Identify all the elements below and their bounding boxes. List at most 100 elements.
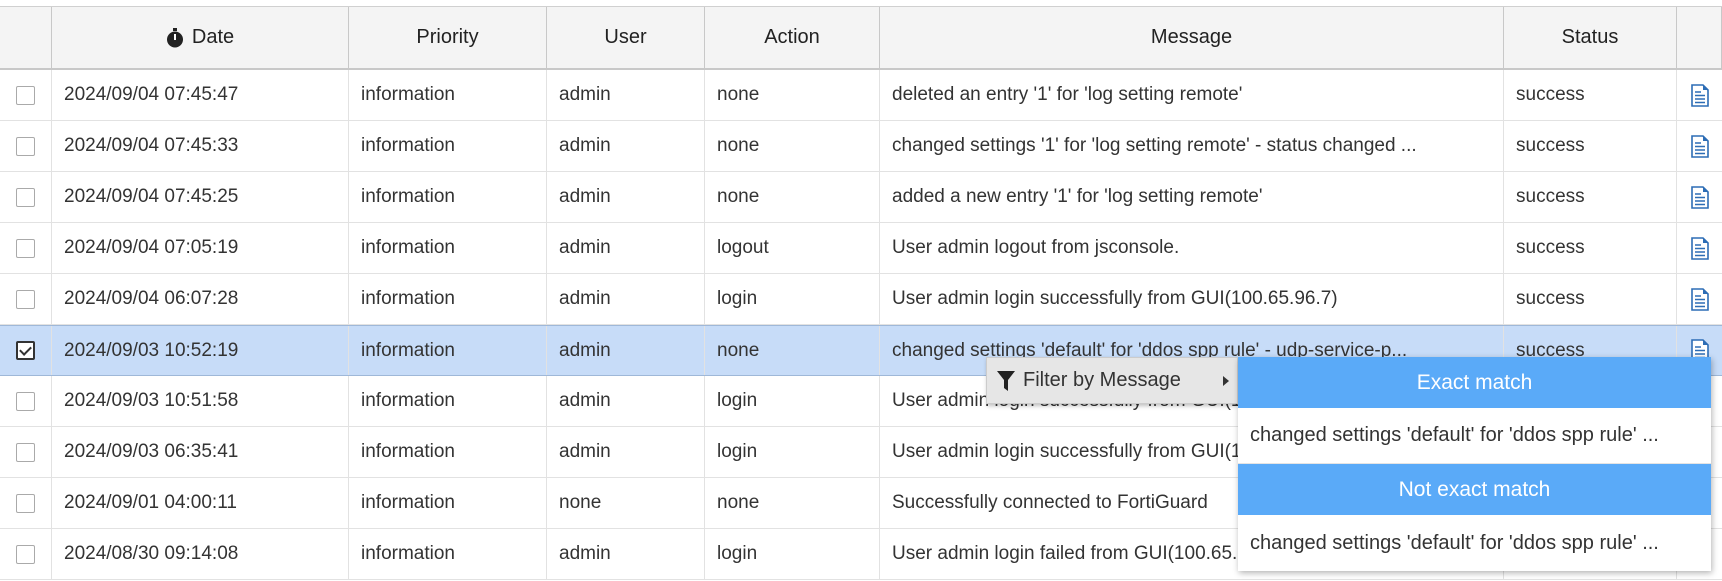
details-cell xyxy=(1677,274,1722,324)
cell-action: none xyxy=(705,326,880,375)
cell-priority: information xyxy=(349,478,547,528)
cell-action: logout xyxy=(705,223,880,273)
cell-priority: information xyxy=(349,274,547,324)
cell-message: added a new entry '1' for 'log setting r… xyxy=(880,172,1504,222)
table-row[interactable]: 2024/09/04 07:05:19 information admin logou… xyxy=(0,223,1722,274)
cell-date: 2024/09/03 06:35:41 xyxy=(52,427,349,477)
cell-priority: information xyxy=(349,223,547,273)
row-select xyxy=(0,376,52,426)
cell-message: deleted an entry '1' for 'log setting re… xyxy=(880,70,1504,120)
header-select xyxy=(0,7,52,68)
header-priority[interactable]: Priority xyxy=(349,7,547,68)
document-icon[interactable] xyxy=(1690,287,1709,311)
cell-priority: information xyxy=(349,376,547,426)
row-checkbox[interactable] xyxy=(16,391,35,411)
cell-action: login xyxy=(705,376,880,426)
cell-status: success xyxy=(1504,121,1677,171)
filter-icon xyxy=(997,370,1015,391)
cell-date: 2024/09/03 10:52:19 xyxy=(52,326,349,375)
context-menu-filter-by-message[interactable]: Filter by Message xyxy=(986,357,1238,404)
cell-message: User admin logout from jsconsole. xyxy=(880,223,1504,273)
row-select xyxy=(0,70,52,120)
document-icon[interactable] xyxy=(1690,185,1709,209)
cell-status: success xyxy=(1504,223,1677,273)
header-user[interactable]: User xyxy=(547,7,705,68)
cell-priority: information xyxy=(349,326,547,375)
row-checkbox[interactable] xyxy=(16,187,35,207)
header-details xyxy=(1677,7,1722,68)
cell-user: admin xyxy=(547,427,705,477)
cell-user: none xyxy=(547,478,705,528)
cell-priority: information xyxy=(349,172,547,222)
cell-action: none xyxy=(705,172,880,222)
row-select xyxy=(0,223,52,273)
cell-user: admin xyxy=(547,529,705,579)
row-checkbox[interactable] xyxy=(16,442,35,462)
details-cell xyxy=(1677,223,1722,273)
cell-priority: information xyxy=(349,529,547,579)
document-icon[interactable] xyxy=(1690,134,1709,158)
cell-message: User admin login successfully from GUI(1… xyxy=(880,274,1504,324)
details-cell xyxy=(1677,172,1722,222)
header-message[interactable]: Message xyxy=(880,7,1504,68)
cell-date: 2024/09/04 07:45:47 xyxy=(52,70,349,120)
cell-action: none xyxy=(705,121,880,171)
filter-submenu: Exact match changed settings 'default' f… xyxy=(1238,357,1711,571)
document-icon[interactable] xyxy=(1690,83,1709,107)
not-exact-match-header: Not exact match xyxy=(1238,464,1711,515)
row-select xyxy=(0,172,52,222)
row-checkbox[interactable] xyxy=(16,85,35,105)
row-checkbox[interactable] xyxy=(16,238,35,258)
cell-status: success xyxy=(1504,70,1677,120)
cell-action: none xyxy=(705,478,880,528)
cell-user: admin xyxy=(547,376,705,426)
cell-date: 2024/09/04 06:07:28 xyxy=(52,274,349,324)
row-select xyxy=(0,478,52,528)
row-select xyxy=(0,427,52,477)
cell-date: 2024/08/30 09:14:08 xyxy=(52,529,349,579)
cell-action: login xyxy=(705,529,880,579)
stopwatch-icon xyxy=(166,27,183,47)
row-checkbox[interactable] xyxy=(16,544,35,564)
row-select xyxy=(0,326,52,375)
row-checkbox[interactable] xyxy=(16,289,35,309)
cell-date: 2024/09/04 07:05:19 xyxy=(52,223,349,273)
row-checkbox[interactable] xyxy=(16,136,35,156)
header-status[interactable]: Status xyxy=(1504,7,1677,68)
cell-date: 2024/09/04 07:45:33 xyxy=(52,121,349,171)
cell-date: 2024/09/04 07:45:25 xyxy=(52,172,349,222)
cell-user: admin xyxy=(547,121,705,171)
details-cell xyxy=(1677,121,1722,171)
row-select xyxy=(0,274,52,324)
row-select xyxy=(0,121,52,171)
table-row[interactable]: 2024/09/04 07:45:33 information admin none c… xyxy=(0,121,1722,172)
table-row[interactable]: 2024/09/04 07:45:47 information admin none d… xyxy=(0,70,1722,121)
header-date[interactable]: Date xyxy=(52,7,349,68)
cell-message: changed settings '1' for 'log setting re… xyxy=(880,121,1504,171)
exact-match-header: Exact match xyxy=(1238,357,1711,408)
table-row[interactable]: 2024/09/04 07:45:25 information admin none a… xyxy=(0,172,1722,223)
cell-priority: information xyxy=(349,121,547,171)
cell-date: 2024/09/01 04:00:11 xyxy=(52,478,349,528)
not-exact-match-option[interactable]: changed settings 'default' for 'ddos spp… xyxy=(1238,515,1711,571)
document-icon[interactable] xyxy=(1690,236,1709,260)
row-checkbox[interactable] xyxy=(16,493,35,513)
cell-action: login xyxy=(705,427,880,477)
cell-date: 2024/09/03 10:51:58 xyxy=(52,376,349,426)
cell-user: admin xyxy=(547,223,705,273)
cell-priority: information xyxy=(349,427,547,477)
table-row[interactable]: 2024/09/04 06:07:28 information admin login… xyxy=(0,274,1722,325)
exact-match-option[interactable]: changed settings 'default' for 'ddos spp… xyxy=(1238,408,1711,464)
cell-user: admin xyxy=(547,70,705,120)
cell-action: login xyxy=(705,274,880,324)
cell-action: none xyxy=(705,70,880,120)
cell-status: success xyxy=(1504,172,1677,222)
row-select xyxy=(0,529,52,579)
header-action[interactable]: Action xyxy=(705,7,880,68)
cell-user: admin xyxy=(547,326,705,375)
cell-status: success xyxy=(1504,274,1677,324)
row-checkbox[interactable] xyxy=(16,341,35,360)
details-cell xyxy=(1677,70,1722,120)
table-header: Date Priority User Action Message Status xyxy=(0,7,1722,70)
cell-user: admin xyxy=(547,274,705,324)
